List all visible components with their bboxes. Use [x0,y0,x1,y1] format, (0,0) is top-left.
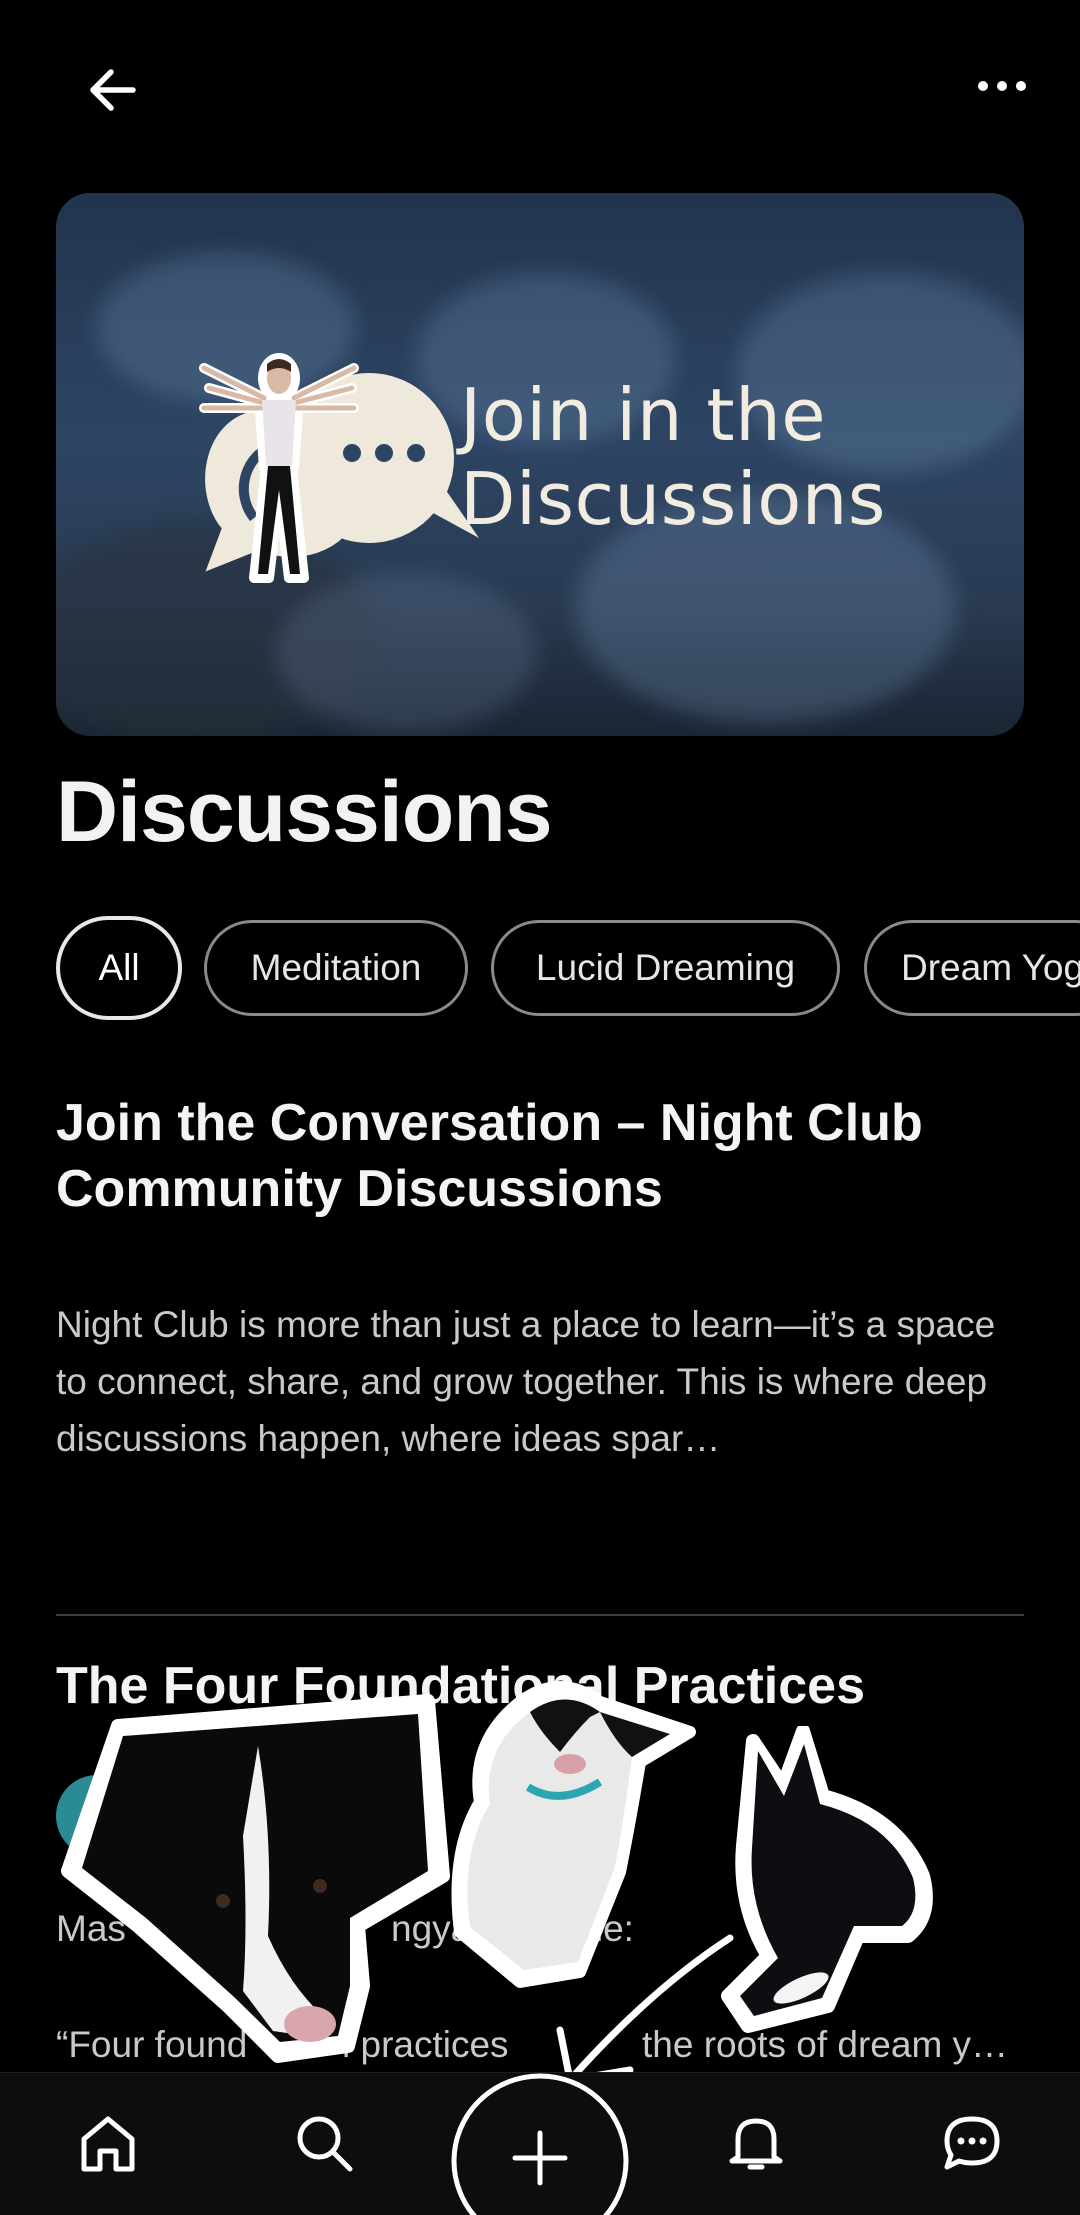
more-horizontal-icon [978,81,1026,91]
chip-all[interactable]: All [56,916,182,1020]
bell-icon [729,2118,783,2170]
banner-line-2: Discussions [460,457,886,541]
nav-create-button[interactable] [451,2073,629,2215]
banner-heading: Join in the Discussions [460,373,886,541]
nav-messages-button[interactable] [932,2103,1012,2183]
filter-chips: All Meditation Lucid Dreaming Dream Yog [56,916,1080,1024]
chip-dream-yoga[interactable]: Dream Yog [864,920,1080,1016]
page-title: Discussions [56,764,553,860]
chip-lucid-dreaming[interactable]: Lucid Dreaming [491,920,840,1016]
bottom-navigation [0,2072,1080,2215]
more-options-button[interactable] [960,56,1044,116]
plus-icon [451,2073,629,2215]
nav-notifications-button[interactable] [716,2103,796,2183]
discussions-banner: Join in the Discussions [56,193,1024,736]
nav-home-button[interactable] [68,2103,148,2183]
dog-sticker-large [61,1694,450,2063]
arrow-left-icon [90,69,136,111]
divider [56,1614,1024,1616]
chat-icon [944,2116,1000,2170]
chip-meditation[interactable]: Meditation [204,920,468,1016]
person-sticker [199,353,359,583]
search-icon [297,2116,353,2172]
back-button[interactable] [60,46,164,134]
banner-line-1: Join in the [460,373,826,457]
post-title[interactable]: Join the Conversation – Night Club Commu… [56,1090,1016,1222]
dog-sticker-black [721,1726,933,2033]
nav-search-button[interactable] [284,2103,364,2183]
home-icon [81,2116,135,2172]
post-excerpt[interactable]: Night Club is more than just a place to … [56,1296,1016,1467]
